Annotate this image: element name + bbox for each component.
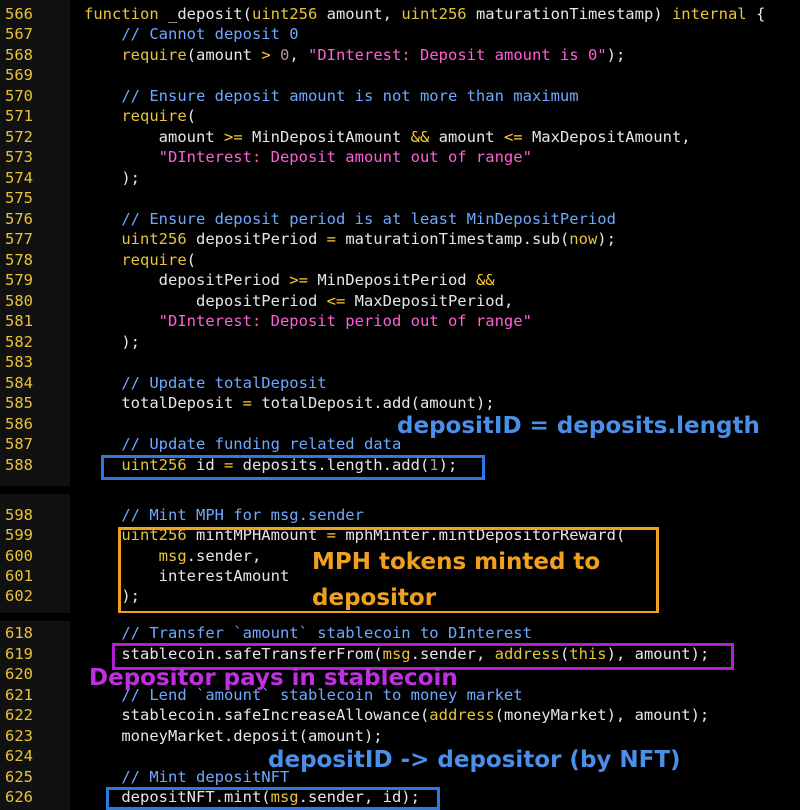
line-number: 600: [5, 547, 33, 565]
line-number: 573: [5, 148, 33, 166]
code-text[interactable]: stablecoin.safeIncreaseAllowance(address…: [84, 705, 709, 725]
code-text[interactable]: depositPeriod >= MinDepositPeriod &&: [84, 270, 495, 290]
line-number: 620: [5, 665, 33, 683]
line-number: 619: [5, 645, 33, 663]
code-text[interactable]: totalDeposit = totalDeposit.add(amount);: [84, 393, 494, 413]
code-text[interactable]: // Ensure deposit amount is not more tha…: [84, 86, 578, 106]
line-number: 580: [5, 292, 33, 310]
line-number: 598: [5, 506, 33, 524]
line-number: 571: [5, 107, 33, 125]
code-text[interactable]: require(amount > 0, "DInterest: Deposit …: [84, 45, 625, 65]
code-text[interactable]: // Mint depositNFT: [84, 767, 289, 787]
code-text[interactable]: // Transfer `amount` stablecoin to DInte…: [84, 623, 532, 643]
line-number: 601: [5, 567, 33, 585]
code-text[interactable]: amount >= MinDepositAmount && amount <= …: [84, 127, 691, 147]
line-number: 602: [5, 587, 33, 605]
code-text[interactable]: "DInterest: Deposit amount out of range": [84, 147, 532, 167]
deposit-nft-box: [106, 787, 440, 810]
line-number: 581: [5, 312, 33, 330]
mph-minted-annotation-line2: depositor: [312, 585, 437, 611]
code-text[interactable]: require(: [84, 250, 196, 270]
line-number: 584: [5, 374, 33, 392]
code-text[interactable]: // Ensure deposit period is at least Min…: [84, 209, 616, 229]
code-text[interactable]: );: [84, 168, 140, 188]
line-number: 623: [5, 727, 33, 745]
line-number: 583: [5, 353, 33, 371]
line-number: 622: [5, 706, 33, 724]
section-gap: [0, 486, 800, 494]
code-text[interactable]: function _deposit(uint256 amount, uint25…: [84, 4, 765, 24]
deposit-id-annotation: depositID = deposits.length: [397, 413, 760, 439]
code-text[interactable]: // Update totalDeposit: [84, 373, 326, 393]
line-number: 582: [5, 333, 33, 351]
code-text[interactable]: "DInterest: Deposit period out of range": [84, 311, 532, 331]
mph-minted-annotation-line1: MPH tokens minted to: [312, 549, 601, 575]
line-number: 585: [5, 394, 33, 412]
line-number: 569: [5, 66, 33, 84]
line-number: 577: [5, 230, 33, 248]
code-text[interactable]: depositPeriod <= MaxDepositPeriod,: [84, 291, 513, 311]
deposit-nft-annotation: depositID -> depositor (by NFT): [268, 747, 681, 773]
line-number: 572: [5, 128, 33, 146]
depositor-pays-annotation: Depositor pays in stablecoin: [89, 665, 458, 691]
code-text[interactable]: // Update funding related data: [84, 434, 401, 454]
section-gap: [0, 613, 800, 621]
line-number: 576: [5, 210, 33, 228]
line-number: 566: [5, 5, 33, 23]
line-number: 621: [5, 686, 33, 704]
code-text[interactable]: uint256 depositPeriod = maturationTimest…: [84, 229, 616, 249]
line-number: 626: [5, 788, 33, 806]
line-number: 575: [5, 189, 33, 207]
line-number: 599: [5, 526, 33, 544]
code-text[interactable]: require(: [84, 106, 196, 126]
line-number: 578: [5, 251, 33, 269]
code-text[interactable]: // Mint MPH for msg.sender: [84, 505, 364, 525]
code-text[interactable]: // Cannot deposit 0: [84, 24, 298, 44]
code-text[interactable]: );: [84, 332, 140, 352]
line-number: 625: [5, 768, 33, 786]
line-number: 579: [5, 271, 33, 289]
line-number: 588: [5, 456, 33, 474]
line-number: 586: [5, 415, 33, 433]
line-number: 567: [5, 25, 33, 43]
line-number: 574: [5, 169, 33, 187]
line-number: 568: [5, 46, 33, 64]
line-number: 618: [5, 624, 33, 642]
deposit-id-box: [101, 455, 485, 480]
code-text[interactable]: moneyMarket.deposit(amount);: [84, 726, 382, 746]
line-number: 587: [5, 435, 33, 453]
line-number: 624: [5, 747, 33, 765]
line-number: 570: [5, 87, 33, 105]
